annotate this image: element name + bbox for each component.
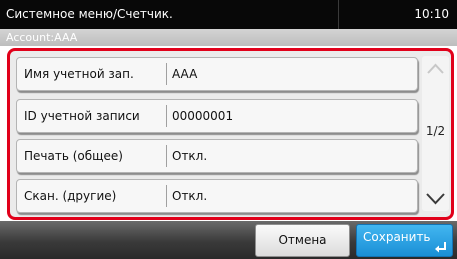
row-value: AAA [172,67,198,81]
row-divider [166,105,167,127]
list-item-scan-other[interactable]: Скан. (другие) Откл. [16,179,418,213]
page-title: Системное меню/Счетчик. [6,7,173,21]
chevron-down-icon [426,193,445,205]
bottom-action-bar: Отмена Сохранить [0,221,457,259]
row-value: Откл. [172,189,208,203]
cancel-button[interactable]: Отмена [255,224,350,257]
title-bar: Системное меню/Счетчик. 10:10 [0,0,457,29]
account-list-panel: Имя учетной зап. AAA ID учетной записи 0… [7,48,454,220]
list-item-print-total[interactable]: Печать (общее) Откл. [16,139,418,173]
chevron-up-icon [427,63,444,74]
account-label: Account:AAA [6,31,78,44]
row-divider [166,145,167,167]
row-label: Имя учетной зап. [24,67,134,81]
row-value: 00000001 [172,109,234,123]
page-indicator: 1/2 [425,124,446,138]
save-button[interactable]: Сохранить [356,224,453,257]
row-divider [166,63,167,85]
scroll-down-button[interactable] [422,185,449,211]
row-label: Скан. (другие) [24,189,117,203]
title-divider [338,0,339,29]
account-bar: Account:AAA [0,29,457,46]
row-label: ID учетной записи [24,109,140,123]
save-button-label: Сохранить [363,230,431,244]
list-item-account-name[interactable]: Имя учетной зап. AAA [16,57,418,91]
scroll-up-button[interactable] [422,56,449,82]
screen: Системное меню/Счетчик. 10:10 Account:AA… [0,0,457,259]
list-item-account-id[interactable]: ID учетной записи 00000001 [16,99,418,133]
clock: 10:10 [414,7,449,21]
row-divider [166,185,167,207]
enter-arrow-icon [435,242,446,253]
row-value: Откл. [172,149,208,163]
row-label: Печать (общее) [24,149,123,163]
list-scroller: 1/2 [422,56,449,211]
